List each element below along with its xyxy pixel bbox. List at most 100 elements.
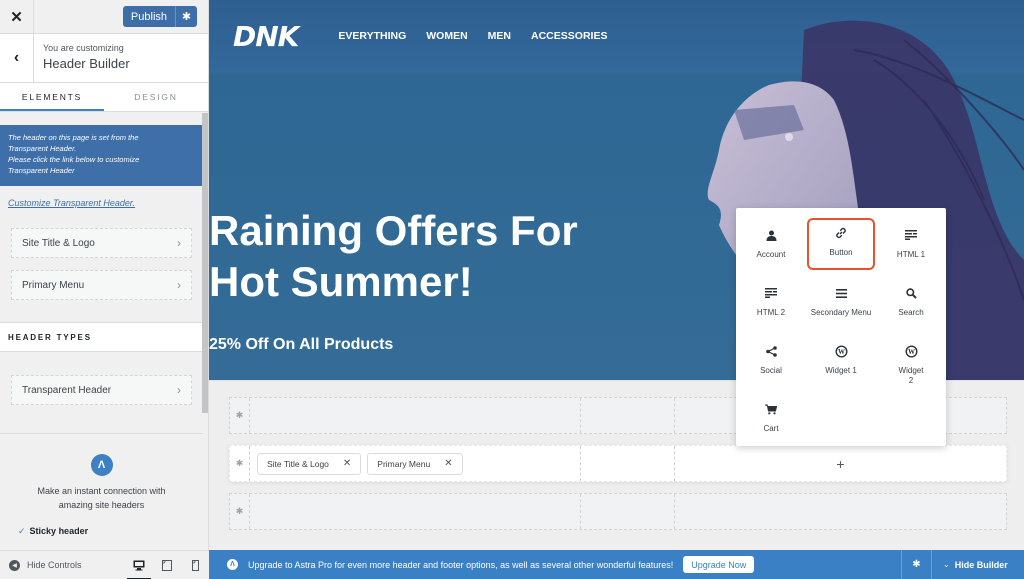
search-icon — [905, 286, 917, 300]
nav-link-women[interactable]: WOMEN — [426, 30, 467, 42]
link-icon — [835, 226, 847, 240]
builder-zone-left[interactable]: Site Title & Logo ✕ Primary Menu ✕ — [250, 446, 581, 481]
row-settings-icon[interactable]: ✱ — [230, 446, 250, 481]
site-logo[interactable]: DNK — [233, 20, 299, 53]
promo-feature: ✓ Sticky header — [0, 526, 203, 537]
row-settings-icon[interactable]: ✱ — [230, 494, 250, 529]
section-title: Header Builder — [43, 56, 130, 71]
chip-label: Site Title & Logo — [267, 458, 329, 469]
upgrade-bar: Λ Upgrade to Astra Pro for even more hea… — [209, 550, 1024, 579]
element-label: HTML 2 — [756, 308, 786, 317]
chevron-right-icon: › — [177, 278, 181, 292]
close-icon[interactable]: ✕ — [0, 0, 34, 34]
chevron-right-icon: › — [177, 236, 181, 250]
element-search[interactable]: Search — [877, 278, 945, 336]
notice-line: Transparent Header — [8, 166, 75, 175]
nav-link-accessories[interactable]: ACCESSORIES — [531, 30, 607, 42]
element-label: Search — [898, 308, 924, 317]
builder-zone-center[interactable] — [581, 446, 675, 481]
remove-icon[interactable]: ✕ — [343, 458, 351, 469]
back-chevron-icon[interactable]: ‹ — [0, 34, 34, 82]
element-secondary-menu[interactable]: Secondary Menu — [807, 278, 875, 336]
hero-title-line: Hot Summer! — [209, 258, 473, 305]
astra-logo-icon: Λ — [227, 559, 238, 570]
hero-subtitle: 25% Off On All Products — [209, 336, 394, 353]
element-label: Cart — [763, 424, 779, 433]
builder-zone-right[interactable]: + — [675, 446, 1006, 481]
element-widget-2[interactable]: W Widget 2 — [877, 336, 945, 394]
svg-text:W: W — [908, 348, 915, 356]
element-label: Widget 2 — [898, 366, 924, 385]
cart-icon — [765, 402, 777, 416]
nav-link-men[interactable]: MEN — [488, 30, 511, 42]
sidebar-scrollbar[interactable] — [202, 113, 208, 413]
element-picker-popup: Account Button HTML 1 HTML 2 Secondary M… — [736, 208, 946, 446]
desktop-icon — [133, 560, 145, 570]
sidebar-content: The header on this page is set from the … — [0, 113, 203, 550]
upgrade-now-button[interactable]: Upgrade Now — [683, 556, 755, 573]
element-cart[interactable]: Cart — [737, 394, 805, 452]
publish-button[interactable]: Publish ✱ — [122, 6, 197, 27]
upgrade-text: Upgrade to Astra Pro for even more heade… — [248, 559, 674, 570]
hero-title-line: Raining Offers For — [209, 207, 578, 254]
pro-promo: Λ Make an instant connection with amazin… — [0, 434, 203, 537]
tablet-preview-button[interactable] — [153, 551, 181, 579]
mobile-icon — [191, 559, 199, 571]
share-icon — [765, 344, 777, 358]
builder-row-primary: ✱ Site Title & Logo ✕ Primary Menu ✕ + — [229, 445, 1007, 482]
hide-builder-button[interactable]: ⌄ Hide Builder — [943, 550, 1008, 579]
transparent-header-notice: The header on this page is set from the … — [0, 125, 203, 186]
sidebar-item-primary-menu[interactable]: Primary Menu › — [11, 270, 192, 300]
site-header: DNK EVERYTHING WOMEN MEN ACCESSORIES — [209, 0, 1024, 72]
element-account[interactable]: Account — [737, 220, 805, 278]
customizing-label: You are customizing — [43, 43, 124, 53]
builder-zone-right[interactable] — [675, 494, 1006, 529]
sidebar-item-label: Primary Menu — [22, 279, 85, 291]
publish-label[interactable]: Publish — [123, 11, 175, 23]
customizer-sidebar: ✕ Publish ✱ ‹ You are customizing Header… — [0, 0, 209, 579]
builder-zone-left[interactable] — [250, 398, 581, 433]
element-label: Button — [829, 248, 853, 257]
builder-chip-site-title-logo[interactable]: Site Title & Logo ✕ — [257, 452, 362, 475]
menu-icon — [835, 286, 847, 300]
element-widget-1[interactable]: W Widget 1 — [807, 336, 875, 394]
element-button[interactable]: Button — [807, 218, 875, 270]
check-icon: ✓ — [18, 526, 26, 536]
gear-icon[interactable]: ✱ — [175, 6, 197, 27]
notice-line: Please click the link below to customize — [8, 155, 140, 164]
notice-line: Transparent Header. — [8, 144, 77, 153]
element-html-2[interactable]: HTML 2 — [737, 278, 805, 336]
hide-controls-button[interactable]: ◀ Hide Controls — [0, 559, 125, 571]
account-icon — [766, 228, 777, 242]
sidebar-item-site-title-logo[interactable]: Site Title & Logo › — [11, 228, 192, 258]
add-element-button[interactable]: + — [836, 456, 844, 472]
promo-feature-label: Sticky header — [29, 526, 89, 536]
desktop-preview-button[interactable] — [125, 551, 153, 579]
builder-zone-left[interactable] — [250, 494, 581, 529]
notice-line: The header on this page is set from the — [8, 133, 139, 142]
collapse-icon: ◀ — [9, 559, 20, 571]
element-social[interactable]: Social — [737, 336, 805, 394]
sidebar-item-transparent-header[interactable]: Transparent Header › — [11, 375, 192, 405]
sidebar-item-label: Transparent Header — [22, 384, 112, 396]
remove-icon[interactable]: ✕ — [444, 458, 452, 469]
chevron-right-icon: › — [177, 383, 181, 397]
gear-icon[interactable]: ✱ — [901, 550, 932, 579]
row-settings-icon[interactable]: ✱ — [230, 398, 250, 433]
wordpress-icon: W — [835, 344, 848, 358]
svg-text:W: W — [838, 348, 845, 356]
customize-transparent-header-link[interactable]: Customize Transparent Header. — [8, 198, 203, 208]
builder-chip-primary-menu[interactable]: Primary Menu ✕ — [367, 452, 463, 475]
builder-zone-center[interactable] — [581, 398, 675, 433]
element-html-1[interactable]: HTML 1 — [877, 220, 945, 278]
sidebar-item-label: Site Title & Logo — [22, 237, 95, 249]
astra-logo-icon: Λ — [90, 454, 113, 476]
tab-design[interactable]: DESIGN — [104, 83, 208, 111]
sidebar-topbar: ✕ Publish ✱ — [0, 0, 208, 34]
html-icon — [765, 286, 777, 300]
nav-link-everything[interactable]: EVERYTHING — [338, 30, 406, 42]
html-icon — [905, 228, 917, 242]
mobile-preview-button[interactable] — [181, 551, 209, 579]
builder-zone-center[interactable] — [581, 494, 675, 529]
tab-elements[interactable]: ELEMENTS — [0, 83, 104, 111]
